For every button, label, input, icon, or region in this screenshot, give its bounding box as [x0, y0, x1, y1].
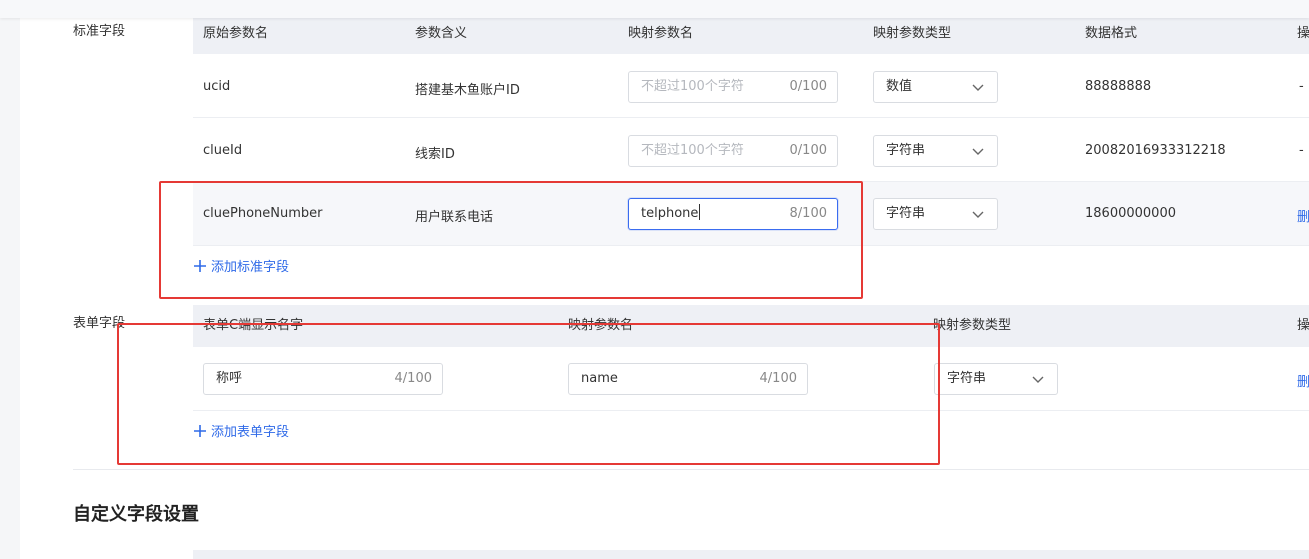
display-name-input[interactable]: 称呼 4/100 [203, 363, 443, 395]
header-action: 操 [1297, 318, 1309, 333]
row-meaning: 用户联系电话 [415, 210, 494, 225]
row-data-format: 20082016933312218 [1085, 143, 1226, 158]
plus-icon [194, 424, 206, 437]
header-display-name: 表单C端显示名字 [203, 318, 304, 333]
settings-card: 标准字段 原始参数名 参数含义 映射参数名 映射参数类型 数据格式 操 ucid… [20, 0, 1309, 559]
header-data-format: 数据格式 [1085, 26, 1138, 41]
char-counter: 4/100 [394, 371, 432, 386]
row-original-name: ucid [203, 79, 231, 94]
table-row: cluePhoneNumber 用户联系电话 telphone 8/100 字符… [193, 182, 1309, 246]
select-value: 字符串 [947, 371, 987, 386]
input-value: telphone [641, 204, 701, 221]
header-action: 操 [1297, 26, 1309, 41]
standard-section-label: 标准字段 [73, 24, 126, 39]
chevron-down-icon [972, 211, 984, 218]
header-mapped-name: 映射参数名 [628, 26, 694, 41]
header-mapped-name: 映射参数名 [568, 318, 634, 333]
form-table-header: 表单C端显示名字 映射参数名 映射参数类型 操 [193, 305, 1309, 347]
form-section-label: 表单字段 [73, 316, 126, 331]
header-meaning: 参数含义 [415, 26, 468, 41]
mapped-name-input[interactable]: 不超过100个字符 0/100 [628, 71, 838, 103]
mapped-type-select[interactable]: 字符串 [873, 135, 998, 167]
delete-link[interactable]: 删 [1297, 371, 1309, 390]
table-row: 称呼 4/100 name 4/100 字符串 删 [193, 347, 1309, 411]
input-placeholder: 不超过100个字符 [641, 79, 744, 94]
char-counter: 0/100 [789, 79, 827, 94]
char-counter: 8/100 [789, 206, 827, 221]
row-original-name: clueId [203, 143, 243, 158]
mapped-type-select[interactable]: 字符串 [873, 198, 998, 230]
mapped-type-select[interactable]: 字符串 [934, 363, 1058, 395]
custom-fields-heading: 自定义字段设置 [73, 504, 199, 525]
add-form-field-label: 添加表单字段 [211, 425, 290, 440]
input-placeholder: 不超过100个字符 [641, 143, 744, 158]
select-value: 字符串 [886, 206, 926, 221]
add-standard-field-button[interactable]: 添加标准字段 [193, 256, 289, 275]
header-original-name: 原始参数名 [203, 26, 269, 41]
header-mapped-type: 映射参数类型 [933, 318, 1012, 333]
row-data-format: 18600000000 [1085, 206, 1176, 221]
delete-link[interactable]: 删 [1297, 206, 1309, 225]
input-value: 称呼 [216, 371, 243, 386]
section-divider [73, 469, 1309, 470]
select-value: 数值 [886, 79, 913, 94]
top-bar [0, 0, 1309, 18]
table-row: ucid 搭建基木鱼账户ID 不超过100个字符 0/100 数值 888888… [193, 54, 1309, 118]
row-action: - [1299, 79, 1304, 94]
mapped-type-select[interactable]: 数值 [873, 71, 998, 103]
row-action: - [1299, 143, 1304, 158]
chevron-down-icon [972, 148, 984, 155]
char-counter: 4/100 [759, 371, 797, 386]
input-value: name [581, 371, 618, 386]
mapped-name-input[interactable]: name 4/100 [568, 363, 808, 395]
custom-table-header [193, 550, 1309, 559]
select-value: 字符串 [886, 143, 926, 158]
char-counter: 0/100 [789, 143, 827, 158]
chevron-down-icon [1032, 376, 1044, 383]
mapped-name-input[interactable]: telphone 8/100 [628, 198, 838, 230]
chevron-down-icon [972, 84, 984, 91]
row-meaning: 线索ID [415, 147, 455, 162]
table-row: clueId 线索ID 不超过100个字符 0/100 字符串 20082016… [193, 118, 1309, 182]
row-data-format: 88888888 [1085, 79, 1152, 94]
row-meaning: 搭建基木鱼账户ID [415, 83, 520, 98]
header-mapped-type: 映射参数类型 [873, 26, 952, 41]
standard-table-header: 原始参数名 参数含义 映射参数名 映射参数类型 数据格式 操 [193, 14, 1309, 54]
add-standard-field-label: 添加标准字段 [211, 260, 290, 275]
row-original-name: cluePhoneNumber [203, 206, 323, 221]
mapped-name-input[interactable]: 不超过100个字符 0/100 [628, 135, 838, 167]
plus-icon [194, 259, 206, 272]
add-form-field-button[interactable]: 添加表单字段 [193, 421, 289, 440]
